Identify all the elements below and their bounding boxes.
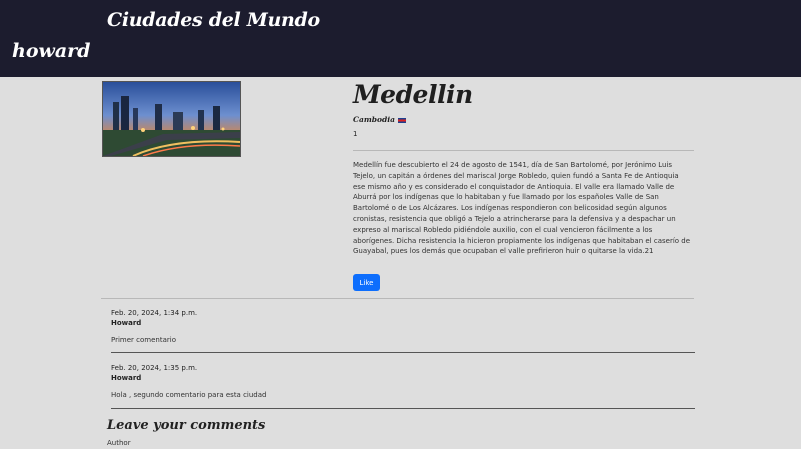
comment-divider: [111, 408, 695, 409]
comment-date: Feb. 20, 2024, 1:34 p.m.: [111, 309, 198, 317]
like-count: 1: [353, 130, 358, 138]
comment-divider: [111, 352, 695, 353]
comment-date: Feb. 20, 2024, 1:35 p.m.: [111, 364, 198, 372]
divider: [353, 150, 694, 151]
comment-text: Hola , segundo comentario para esta ciud…: [111, 391, 267, 399]
top-navbar: Ciudades del Mundo howard: [0, 0, 801, 77]
comment-author: Howard: [111, 374, 142, 382]
username-link[interactable]: howard: [12, 40, 90, 62]
city-description: Medellín fue descubierto el 24 de agosto…: [353, 161, 691, 256]
like-button[interactable]: Like: [353, 274, 380, 291]
flag-icon: [397, 117, 406, 123]
author-field-label: Author: [107, 439, 131, 447]
comment-form-heading: Leave your comments: [107, 418, 266, 433]
divider: [101, 298, 694, 299]
city-title: Medellin: [353, 80, 473, 109]
comment-author: Howard: [111, 319, 142, 327]
site-brand-link[interactable]: Ciudades del Mundo: [107, 9, 320, 31]
city-photo: [102, 81, 241, 157]
country-label: Cambodia: [353, 115, 406, 124]
country-name: Cambodia: [353, 115, 395, 124]
comment-text: Primer comentario: [111, 336, 176, 344]
